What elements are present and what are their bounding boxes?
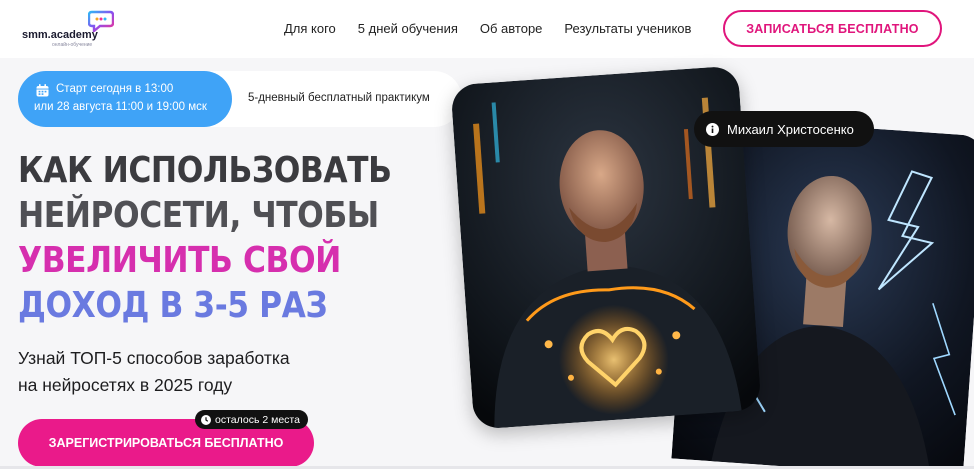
course-info-strip: Старт сегодня в 13:00 или 28 августа 11:… <box>18 71 462 127</box>
main-nav: Для кого 5 дней обучения Об авторе Резул… <box>284 21 691 36</box>
landing-page: smm.academy онлайн-обучение Для кого 5 д… <box>0 0 974 469</box>
nav-item-for-whom[interactable]: Для кого <box>284 21 336 36</box>
seats-left-badge: осталось 2 места <box>195 410 308 429</box>
logo-subtext: онлайн-обучение <box>52 42 93 48</box>
signup-free-button[interactable]: ЗАПИСАТЬСЯ БЕСПЛАТНО <box>723 10 942 47</box>
seats-left-text: осталось 2 места <box>215 413 300 426</box>
hero-headline: КАК ИСПОЛЬЗОВАТЬ НЕЙРОСЕТИ, ЧТОБЫ УВЕЛИЧ… <box>18 148 458 328</box>
clock-icon <box>201 414 211 425</box>
start-date-today: Старт сегодня в 13:00 <box>56 83 174 95</box>
author-name: Михаил Христосенко <box>727 121 854 137</box>
logo-text: smm.academy <box>22 29 98 41</box>
nav-item-5-days[interactable]: 5 дней обучения <box>358 21 458 36</box>
calendar-icon <box>36 84 49 97</box>
start-date-pill: Старт сегодня в 13:00 или 28 августа 11:… <box>18 71 232 127</box>
nav-item-about-author[interactable]: Об авторе <box>480 21 543 36</box>
subtitle-line-1: Узнай ТОП-5 способов заработка <box>18 348 290 368</box>
start-date-alternative: или 28 августа 11:00 и 19:00 мск <box>34 101 207 113</box>
logo[interactable]: smm.academy онлайн-обучение <box>22 10 118 50</box>
hero-subtitle: Узнай ТОП-5 способов заработка на нейрос… <box>18 345 290 399</box>
site-header: smm.academy онлайн-обучение Для кого 5 д… <box>0 0 974 58</box>
headline-line-4: ДОХОД В 3-5 РАЗ <box>18 285 328 326</box>
headline-line-1: КАК ИСПОЛЬЗОВАТЬ <box>18 150 392 191</box>
subtitle-line-2: на нейросетях в 2025 году <box>18 375 233 395</box>
headline-line-2: НЕЙРОСЕТИ, ЧТОБЫ <box>18 195 379 236</box>
practicum-label: 5-дневный бесплатный практикум <box>248 92 430 104</box>
headline-line-3: УВЕЛИЧИТЬ СВОЙ <box>18 240 341 281</box>
info-icon <box>706 122 719 136</box>
nav-item-student-results[interactable]: Результаты учеников <box>564 21 691 36</box>
author-name-badge: Михаил Христосенко <box>694 111 874 147</box>
